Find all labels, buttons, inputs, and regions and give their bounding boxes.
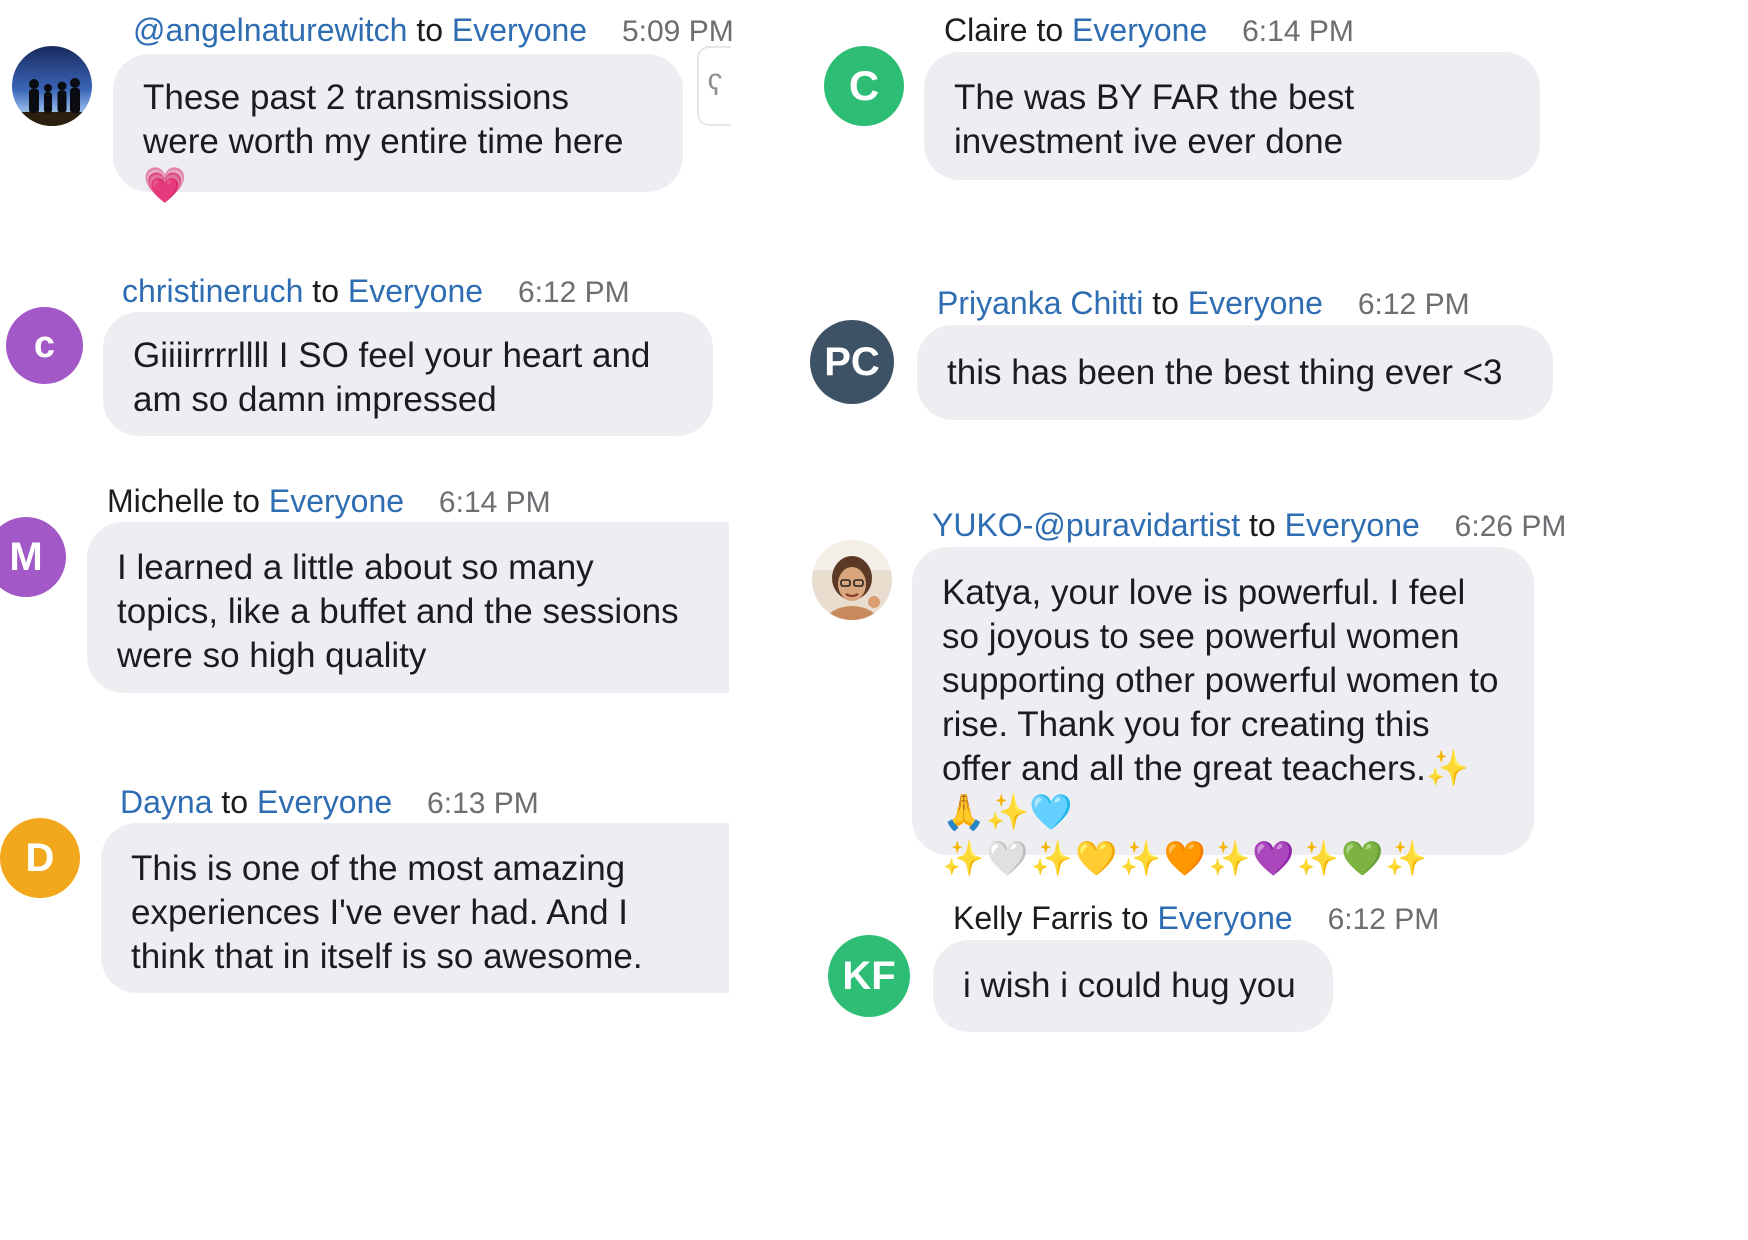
avatar[interactable]: c [6, 307, 83, 384]
timestamp: 6:14 PM [1242, 15, 1354, 48]
message-header: Priyanka Chitti to Everyone 6:12 PM [937, 283, 1470, 325]
timestamp: 6:14 PM [438, 486, 551, 519]
to-label: to [233, 483, 260, 519]
avatar-initials: M [9, 534, 43, 579]
avatar-initials: D [25, 835, 55, 880]
timestamp: 6:12 PM [1327, 903, 1440, 936]
message-bubble[interactable]: The was BY FAR the best investment ive e… [924, 52, 1540, 180]
sender-name[interactable]: Michelle [107, 483, 224, 519]
to-label: to [1249, 507, 1276, 543]
recipient-name[interactable]: Everyone [257, 784, 392, 820]
timestamp: 5:09 PM [621, 15, 734, 48]
sender-name[interactable]: @angelnaturewitch [133, 12, 407, 48]
sender-name[interactable]: YUKO-@puravidartist [932, 507, 1240, 543]
message-bubble[interactable]: Giiiirrrrllll I SO feel your heart and a… [103, 312, 713, 436]
sender-name[interactable]: Claire [944, 12, 1028, 48]
avatar[interactable]: M [0, 517, 66, 597]
avatar[interactable]: PC [810, 320, 894, 404]
message-header: christineruch to Everyone 6:12 PM [122, 271, 630, 313]
message-text: These past 2 transmissions were worth my… [143, 78, 624, 205]
message-bubble[interactable]: Katya, your love is powerful. I feel so … [912, 547, 1534, 878]
message-bubble[interactable]: this has been the best thing ever <3 [917, 325, 1553, 420]
message-text: i wish i could hug you [963, 966, 1296, 1005]
message-header: Kelly Farris to Everyone 6:12 PM [953, 898, 1439, 940]
message-text: The was BY FAR the best investment ive e… [954, 78, 1355, 161]
message-header: @angelnaturewitch to Everyone 5:09 PM [133, 10, 734, 52]
timestamp: 6:12 PM [517, 276, 630, 309]
sender-name[interactable]: Kelly Farris [953, 900, 1113, 936]
message-header: Dayna to Everyone 6:13 PM [120, 782, 539, 824]
emoji-line: ✨🤍✨💛✨🧡✨💜✨💚✨ [942, 840, 1430, 878]
avatar[interactable]: C [824, 46, 904, 126]
timestamp: 6:12 PM [1357, 288, 1470, 321]
message-header: YUKO-@puravidartist to Everyone 6:26 PM [932, 505, 1566, 547]
message-text: Katya, your love is powerful. I feel so … [942, 573, 1499, 832]
message-bubble[interactable]: These past 2 transmissions were worth my… [113, 54, 683, 205]
recipient-name[interactable]: Everyone [1072, 12, 1207, 48]
speech-bubble-icon: ʕ [707, 69, 723, 102]
sender-name[interactable]: Dayna [120, 784, 213, 820]
sender-name[interactable]: christineruch [122, 273, 303, 309]
avatar-initials: PC [824, 339, 880, 384]
to-label: to [221, 784, 249, 820]
message-header: Michelle to Everyone 6:14 PM [107, 481, 551, 523]
recipient-name[interactable]: Everyone [1285, 507, 1420, 543]
message-bubble[interactable]: i wish i could hug you [933, 940, 1333, 1032]
avatar-initials: KF [842, 953, 896, 998]
to-label: to [1121, 900, 1149, 936]
recipient-name[interactable]: Everyone [348, 273, 483, 309]
message-text: This is one of the most amazing experien… [131, 849, 643, 976]
message-text: I learned a little about so many topics,… [117, 548, 679, 675]
timestamp: 6:13 PM [427, 787, 539, 820]
sender-name[interactable]: Priyanka Chitti [937, 285, 1143, 321]
timestamp: 6:26 PM [1454, 510, 1567, 543]
avatar-initials: c [33, 324, 56, 366]
avatar-initials: C [848, 62, 880, 109]
family-silhouette-photo-icon [12, 46, 92, 126]
recipient-name[interactable]: Everyone [452, 12, 587, 48]
to-label: to [1152, 285, 1179, 321]
to-label: to [1036, 12, 1064, 48]
to-label: to [312, 273, 339, 309]
avatar[interactable] [12, 46, 92, 126]
message-text: Giiiirrrrllll I SO feel your heart and a… [133, 336, 651, 419]
reaction-icon[interactable]: ʕ [697, 46, 731, 126]
avatar[interactable]: KF [828, 935, 910, 1017]
recipient-name[interactable]: Everyone [1188, 285, 1323, 321]
message-text: this has been the best thing ever <3 [947, 353, 1503, 392]
avatar[interactable] [812, 540, 892, 620]
woman-portrait-photo-icon [812, 540, 892, 620]
message-bubble[interactable]: This is one of the most amazing experien… [101, 823, 729, 993]
message-header: Claire to Everyone 6:14 PM [944, 10, 1354, 52]
message-bubble[interactable]: I learned a little about so many topics,… [87, 522, 729, 693]
avatar[interactable]: D [0, 818, 80, 898]
to-label: to [416, 12, 443, 48]
recipient-name[interactable]: Everyone [1157, 900, 1292, 936]
recipient-name[interactable]: Everyone [269, 483, 404, 519]
